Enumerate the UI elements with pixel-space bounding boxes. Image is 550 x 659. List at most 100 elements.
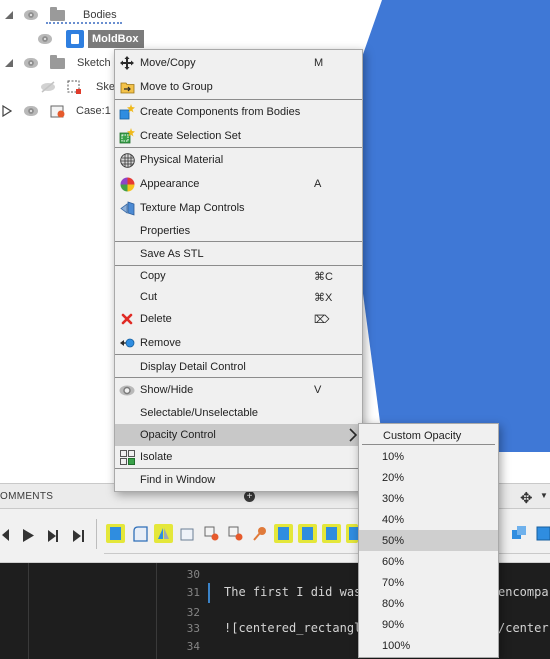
menu-item-remove[interactable]: Remove (115, 332, 362, 354)
menu-item-copy[interactable]: Copy ⌘C (115, 265, 362, 287)
timeline-feature-extrude[interactable] (106, 524, 125, 543)
bodies-label[interactable]: Bodies (83, 9, 117, 21)
opacity-option-30[interactable]: 30% (359, 488, 498, 509)
custom-opacity-option[interactable]: Custom Opacity (359, 425, 498, 446)
chevron-down-icon[interactable]: ▼ (540, 491, 548, 500)
step-back-icon[interactable] (0, 528, 10, 545)
navigation-orbit-icon[interactable]: ✥ (520, 489, 533, 507)
menu-item-cut[interactable]: Cut ⌘X (115, 286, 362, 308)
opacity-option-90[interactable]: 90% (359, 614, 498, 635)
menu-item-move-to-group[interactable]: Move to Group (115, 76, 362, 98)
menu-item-opacity-control[interactable]: Opacity Control (115, 424, 362, 446)
context-menu: Move/Copy M Move to Group Create Compone… (114, 49, 363, 492)
visibility-eye-icon[interactable] (38, 34, 52, 44)
color-wheel-icon (119, 176, 135, 192)
menu-item-create-selection-set[interactable]: Create Selection Set (115, 125, 362, 147)
opacity-option-60[interactable]: 60% (359, 551, 498, 572)
menu-separator (115, 99, 362, 100)
tree-row-case[interactable]: Case:1 (2, 100, 111, 122)
sketch-icon (66, 79, 82, 95)
visibility-eye-icon[interactable] (24, 106, 38, 116)
timeline-feature-extrude[interactable] (298, 524, 317, 543)
menu-separator (115, 354, 362, 355)
timeline-feature-pin[interactable] (250, 524, 269, 543)
case-label[interactable]: Case:1 (76, 105, 111, 117)
timeline-feature-combine[interactable] (510, 524, 529, 543)
menu-item-isolate[interactable]: Isolate (115, 446, 362, 468)
sketch-item-label[interactable]: Ske (96, 81, 115, 93)
component-icon (50, 103, 66, 119)
menu-item-display-detail-control[interactable]: Display Detail Control (115, 356, 362, 378)
code-line-33-link[interactable]: ![centered_rectangl (224, 621, 361, 635)
timeline-feature-joint[interactable] (203, 524, 222, 543)
menu-item-move-copy[interactable]: Move/Copy M (115, 52, 362, 74)
opacity-option-20[interactable]: 20% (359, 467, 498, 488)
timeline-divider (96, 519, 97, 549)
menu-item-appearance[interactable]: Appearance A (115, 173, 362, 195)
indent-guide (28, 563, 29, 659)
timeline-feature-fillet[interactable] (131, 524, 150, 543)
opacity-option-80[interactable]: 80% (359, 593, 498, 614)
skip-to-end-icon[interactable] (72, 529, 85, 546)
timeline-feature-shell[interactable] (178, 524, 197, 543)
code-line-31-tail[interactable]: encompa (498, 585, 549, 599)
timeline-feature-joint[interactable] (227, 524, 246, 543)
moldbox-label[interactable]: MoldBox (88, 30, 145, 48)
collapse-triangle-icon[interactable] (4, 57, 14, 69)
expand-triangle-icon[interactable] (2, 105, 12, 117)
step-forward-icon[interactable] (47, 529, 59, 546)
opacity-option-100[interactable]: 100% (359, 635, 498, 656)
line-number: 31 (186, 586, 200, 599)
menu-item-find-in-window[interactable]: Find in Window (115, 469, 362, 491)
group-folder-icon (119, 79, 135, 95)
tree-row-sketches[interactable]: Sketch (4, 52, 111, 74)
code-line-33-tail[interactable]: /center (498, 621, 549, 635)
collapse-triangle-icon[interactable] (4, 9, 14, 21)
timeline-feature-extrude[interactable] (322, 524, 341, 543)
tree-row-sketch-item[interactable]: Ske (40, 76, 115, 98)
menu-item-properties[interactable]: Properties (115, 220, 362, 242)
line-number: 32 (186, 606, 200, 619)
sketches-label[interactable]: Sketch (77, 57, 111, 69)
code-line-31[interactable]: The first I did was (224, 585, 361, 599)
folder-icon (50, 54, 65, 69)
menu-item-create-components[interactable]: Create Components from Bodies (115, 101, 362, 123)
opacity-option-10[interactable]: 10% (359, 446, 498, 467)
material-sphere-icon (119, 152, 135, 168)
timeline-feature-body[interactable] (534, 524, 550, 543)
submenu-arrow-icon (349, 428, 358, 442)
line-number: 33 (186, 622, 200, 635)
menu-separator (115, 241, 362, 242)
menu-item-texture-map-controls[interactable]: Texture Map Controls (115, 197, 362, 219)
timeline-feature-extrude[interactable] (346, 524, 358, 543)
move-arrows-icon (119, 55, 135, 71)
opacity-option-70[interactable]: 70% (359, 572, 498, 593)
menu-item-selectable-unselectable[interactable]: Selectable/Unselectable (115, 402, 362, 424)
visibility-eye-icon[interactable] (24, 10, 38, 20)
menu-separator (362, 444, 495, 445)
line-highlight-bar (208, 583, 210, 603)
line-number: 30 (186, 568, 200, 581)
timeline-feature-extrude[interactable] (274, 524, 293, 543)
remove-icon (119, 335, 135, 351)
opacity-option-40[interactable]: 40% (359, 509, 498, 530)
body-cube-icon (66, 30, 84, 48)
menu-separator (115, 377, 362, 378)
texture-map-icon (119, 200, 135, 216)
selection-set-icon (119, 128, 135, 144)
indent-guide (156, 563, 157, 659)
add-comment-icon[interactable]: + (244, 491, 255, 502)
opacity-option-50[interactable]: 50% (359, 530, 498, 551)
folder-icon (50, 6, 65, 21)
menu-item-physical-material[interactable]: Physical Material (115, 149, 362, 171)
menu-item-save-as-stl[interactable]: Save As STL (115, 243, 362, 265)
visibility-eye-icon[interactable] (24, 58, 38, 68)
hidden-eye-icon[interactable] (40, 81, 56, 93)
line-number: 34 (186, 640, 200, 653)
play-icon[interactable] (22, 528, 35, 546)
menu-item-show-hide[interactable]: Show/Hide V (115, 379, 362, 401)
menu-item-delete[interactable]: Delete ⌦ (115, 308, 362, 330)
timeline-feature-mirror[interactable] (154, 524, 173, 543)
tree-row-moldbox[interactable]: MoldBox (38, 28, 145, 50)
opacity-submenu: Custom Opacity 10% 20% 30% 40% 50% 60% 7… (358, 423, 499, 658)
